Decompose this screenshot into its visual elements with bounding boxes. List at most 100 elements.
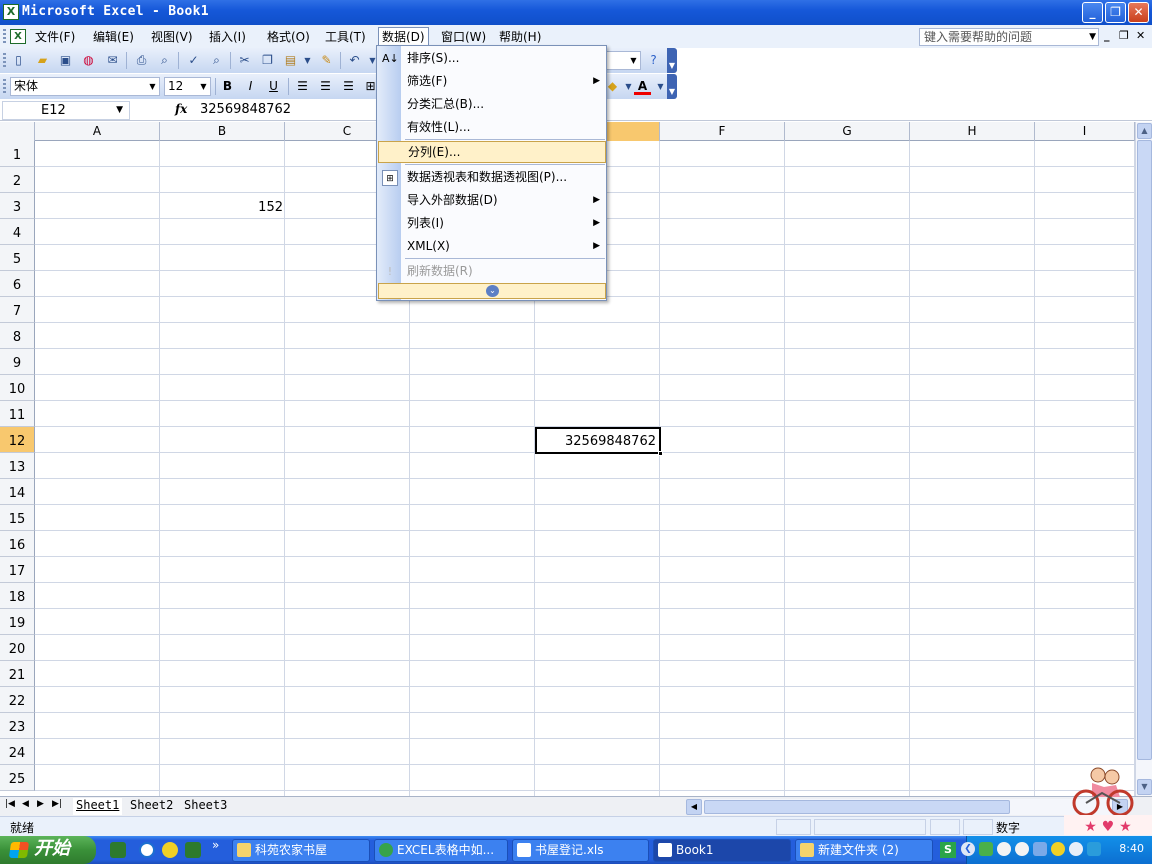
restore-button[interactable]: ❐: [1105, 2, 1126, 23]
align-right-icon[interactable]: ☰: [340, 78, 357, 95]
insert-function-icon[interactable]: fx: [175, 102, 187, 116]
qq-icon[interactable]: [1015, 842, 1029, 856]
quicklaunch-s-icon[interactable]: [139, 842, 155, 858]
align-center-icon[interactable]: ☰: [317, 78, 334, 95]
security-shield-icon[interactable]: [1087, 842, 1101, 856]
column-header-a[interactable]: A: [35, 122, 160, 141]
taskbar-item-new-folder[interactable]: 新建文件夹 (2): [795, 839, 933, 862]
row-header-20[interactable]: 20: [0, 635, 35, 661]
doc-minimize-button[interactable]: _: [1104, 29, 1110, 42]
tray-expand-icon[interactable]: ❮: [961, 842, 975, 856]
open-folder-icon[interactable]: ▰: [34, 52, 51, 69]
print-icon[interactable]: ⎙: [133, 52, 150, 69]
scroll-thumb[interactable]: [704, 800, 1010, 814]
doc-restore-button[interactable]: ❐: [1119, 29, 1129, 42]
paste-icon[interactable]: ▤: [282, 52, 299, 69]
row-header-24[interactable]: 24: [0, 739, 35, 765]
bold-button[interactable]: B: [219, 78, 236, 95]
chevron-down-icon[interactable]: ▼: [299, 52, 316, 69]
excel-app-icon[interactable]: X: [3, 4, 19, 20]
row-header-9[interactable]: 9: [0, 349, 35, 375]
print-preview-icon[interactable]: ⌕: [156, 52, 173, 69]
help-icon[interactable]: ?: [645, 52, 662, 69]
row-header-17[interactable]: 17: [0, 557, 35, 583]
copy-icon[interactable]: ❐: [259, 52, 276, 69]
quicklaunch-excel-icon[interactable]: [185, 842, 201, 858]
last-sheet-icon[interactable]: ▶|: [52, 799, 62, 809]
chevron-down-icon[interactable]: ▼: [116, 102, 123, 119]
menu-format[interactable]: 格式(O): [264, 28, 313, 46]
help-search-box[interactable]: 键入需要帮助的问题 ▼: [919, 28, 1099, 46]
column-header-g[interactable]: G: [785, 122, 910, 141]
research-icon[interactable]: ⌕: [208, 52, 225, 69]
sheet-tab-sheet1[interactable]: Sheet1: [73, 798, 123, 815]
menu-item-import-external-data[interactable]: 导入外部数据(D) ▶: [378, 189, 606, 211]
undo-icon[interactable]: ↶: [346, 52, 363, 69]
row-header-2[interactable]: 2: [0, 167, 35, 193]
menu-item-pivot-table[interactable]: ⊞ 数据透视表和数据透视图(P)...: [378, 166, 606, 188]
prev-sheet-icon[interactable]: ◀: [22, 799, 29, 809]
taskbar-item-browser[interactable]: EXCEL表格中如...: [374, 839, 508, 862]
taskbar-item-workbook[interactable]: 书屋登记.xls: [512, 839, 649, 862]
save-icon[interactable]: ▣: [57, 52, 74, 69]
menu-item-subtotals[interactable]: 分类汇总(B)...: [378, 93, 606, 115]
menubar-grip[interactable]: [3, 29, 6, 44]
row-header-1[interactable]: 1: [0, 141, 35, 167]
network-icon[interactable]: [1033, 842, 1047, 856]
zoom-combo[interactable]: ▼: [606, 51, 641, 70]
row-header-18[interactable]: 18: [0, 583, 35, 609]
menu-item-filter[interactable]: 筛选(F) ▶: [378, 70, 606, 92]
cell-b3[interactable]: 152: [161, 193, 286, 219]
minimize-button[interactable]: _: [1082, 2, 1103, 23]
menu-item-text-to-columns[interactable]: 分列(E)...: [378, 141, 606, 163]
formula-input[interactable]: 32569848762: [200, 102, 291, 117]
row-header-13[interactable]: 13: [0, 453, 35, 479]
row-header-5[interactable]: 5: [0, 245, 35, 271]
menu-edit[interactable]: 编辑(E): [90, 28, 137, 46]
row-header-10[interactable]: 10: [0, 375, 35, 401]
first-sheet-icon[interactable]: |◀: [5, 799, 15, 809]
fill-handle[interactable]: [658, 451, 663, 456]
row-header-15[interactable]: 15: [0, 505, 35, 531]
row-header-3[interactable]: 3: [0, 193, 35, 219]
row-header-21[interactable]: 21: [0, 661, 35, 687]
menu-file[interactable]: 文件(F): [32, 28, 78, 46]
doc-close-button[interactable]: ✕: [1136, 29, 1145, 42]
row-header-7[interactable]: 7: [0, 297, 35, 323]
row-header-22[interactable]: 22: [0, 687, 35, 713]
quicklaunch-excel-icon[interactable]: [110, 842, 126, 858]
menu-view[interactable]: 视图(V): [148, 28, 196, 46]
underline-button[interactable]: U: [265, 78, 282, 95]
chevron-down-icon[interactable]: ▼: [147, 79, 158, 94]
column-header-h[interactable]: H: [910, 122, 1035, 141]
row-header-6[interactable]: 6: [0, 271, 35, 297]
chevron-down-icon[interactable]: ▼: [198, 79, 209, 94]
column-header-i[interactable]: I: [1035, 122, 1135, 141]
menu-insert[interactable]: 插入(I): [206, 28, 249, 46]
scroll-thumb[interactable]: [1137, 140, 1152, 760]
workbook-icon[interactable]: X: [10, 29, 26, 44]
menu-item-list[interactable]: 列表(I) ▶: [378, 212, 606, 234]
tray-plus-icon[interactable]: [1051, 842, 1065, 856]
toolbar-grip[interactable]: [3, 53, 6, 68]
row-header-19[interactable]: 19: [0, 609, 35, 635]
column-header-b[interactable]: B: [160, 122, 285, 141]
new-icon[interactable]: ▯: [10, 52, 27, 69]
row-header-16[interactable]: 16: [0, 531, 35, 557]
row-header-11[interactable]: 11: [0, 401, 35, 427]
font-name-combo[interactable]: 宋体 ▼: [10, 77, 160, 96]
name-box[interactable]: E12 ▼: [2, 101, 130, 120]
taskbar-item-book1[interactable]: Book1: [653, 839, 791, 862]
menu-expand-row[interactable]: ⌄: [378, 283, 606, 299]
menu-item-validation[interactable]: 有效性(L)...: [378, 116, 606, 138]
align-left-icon[interactable]: ☰: [294, 78, 311, 95]
row-header-14[interactable]: 14: [0, 479, 35, 505]
close-button[interactable]: ✕: [1128, 2, 1149, 23]
scroll-up-icon[interactable]: ▲: [1137, 123, 1152, 139]
scroll-left-icon[interactable]: ◀: [686, 799, 702, 815]
select-all-button[interactable]: [0, 122, 35, 141]
font-color-icon[interactable]: A: [634, 78, 651, 95]
menu-tools[interactable]: 工具(T): [322, 28, 369, 46]
tray-app-icon[interactable]: [979, 842, 993, 856]
email-icon[interactable]: ✉: [104, 52, 121, 69]
